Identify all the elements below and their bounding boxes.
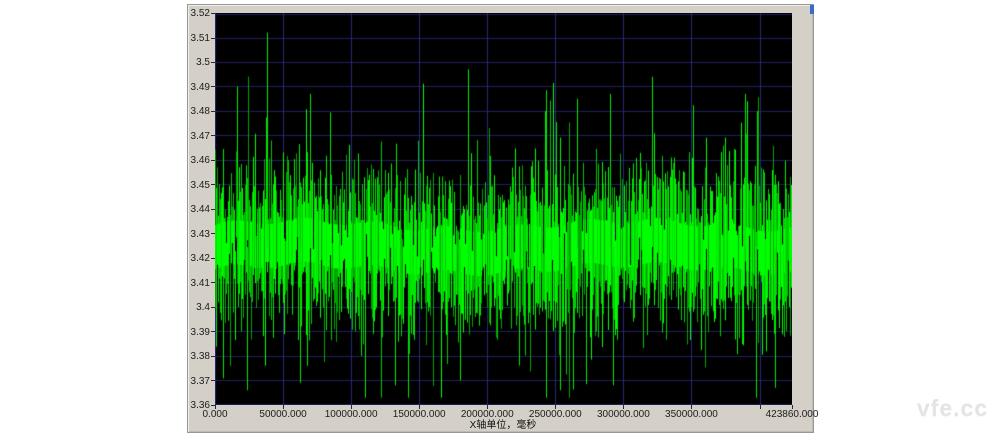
y-tick-label: 3.38 <box>184 351 210 362</box>
y-tick-mark <box>211 258 215 259</box>
y-tick-mark <box>211 209 215 210</box>
y-tick-mark <box>211 356 215 357</box>
y-tick-label: 3.44 <box>184 204 210 215</box>
y-tick-mark <box>211 307 215 308</box>
waveform-plot[interactable] <box>215 13 792 405</box>
y-tick-label: 3.5 <box>184 57 210 68</box>
x-tick-mark <box>487 405 488 409</box>
y-tick-mark <box>211 38 215 39</box>
y-tick-label: 3.41 <box>184 278 210 289</box>
y-tick-mark <box>211 282 215 283</box>
x-tick-label: 350000.000 <box>649 409 733 420</box>
x-tick-mark <box>351 405 352 409</box>
x-tick-label: 423860.000 <box>750 409 834 420</box>
y-tick-mark <box>211 233 215 234</box>
y-tick-label: 3.47 <box>184 131 210 142</box>
y-tick-mark <box>211 380 215 381</box>
x-tick-mark <box>283 405 284 409</box>
page-background: 3.52 3.51 3.5 3.49 3.48 3.47 3.46 3.45 3.44 3.43 3… <box>0 0 1000 441</box>
y-tick-label: 3.48 <box>184 106 210 117</box>
x-tick-mark <box>555 405 556 409</box>
x-tick-mark <box>419 405 420 409</box>
y-tick-label: 3.42 <box>184 253 210 264</box>
panel-corner-grip <box>810 5 814 14</box>
x-tick-mark <box>215 405 216 409</box>
y-tick-label: 3.46 <box>184 155 210 166</box>
x-tick-mark <box>623 405 624 409</box>
y-tick-mark <box>211 160 215 161</box>
y-tick-label: 3.4 <box>184 302 210 313</box>
x-axis-unit-label: X轴单位，毫秒 <box>403 420 603 431</box>
y-tick-label: 3.37 <box>184 376 210 387</box>
y-tick-label: 3.52 <box>184 8 210 19</box>
watermark: vfe.cc <box>905 395 1000 422</box>
y-tick-label: 3.43 <box>184 229 210 240</box>
x-tick-mark <box>792 405 793 409</box>
y-tick-mark <box>211 331 215 332</box>
x-tick-mark <box>760 405 761 409</box>
y-tick-mark <box>211 184 215 185</box>
x-tick-mark <box>691 405 692 409</box>
y-tick-mark <box>211 135 215 136</box>
y-tick-label: 3.51 <box>184 33 210 44</box>
y-tick-mark <box>211 13 215 14</box>
y-tick-mark <box>211 62 215 63</box>
y-tick-label: 3.49 <box>184 82 210 93</box>
y-tick-label: 3.45 <box>184 180 210 191</box>
y-tick-mark <box>211 111 215 112</box>
y-tick-label: 3.39 <box>184 327 210 338</box>
y-tick-mark <box>211 86 215 87</box>
